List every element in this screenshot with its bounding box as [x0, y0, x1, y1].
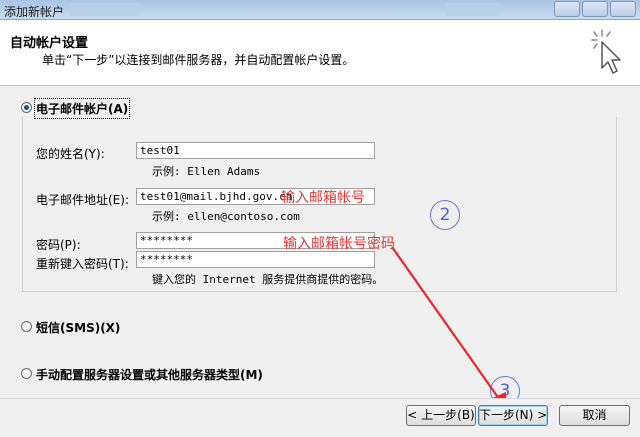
email-account-label[interactable]: 电子邮件帐户(A)	[33, 98, 131, 119]
email-label: 电子邮件地址(E):	[36, 193, 129, 207]
window-title: 添加新帐户	[4, 5, 65, 19]
password-label: 密码(P):	[36, 238, 81, 252]
minimize-button[interactable]	[554, 1, 580, 17]
manual-config-radio[interactable]	[21, 368, 32, 379]
wizard-cursor-icon	[591, 29, 621, 74]
sms-radio[interactable]	[21, 321, 32, 332]
close-button[interactable]	[610, 1, 636, 17]
password-annotation: 输入邮箱帐号密码	[283, 236, 395, 252]
name-label: 您的姓名(Y):	[36, 147, 105, 161]
page-subtitle: 单击“下一步”以连接到邮件服务器，并自动配置帐户设置。	[42, 53, 355, 67]
name-input[interactable]: test01	[136, 142, 375, 159]
back-button[interactable]: < 上一步(B)	[406, 405, 476, 426]
title-bar-background	[445, 3, 500, 16]
maximize-button[interactable]	[582, 1, 608, 17]
window-controls	[554, 1, 636, 17]
page-title: 自动帐户设置	[10, 36, 89, 51]
email-account-radio[interactable]	[21, 102, 32, 113]
password-hint: 键入您的 Internet 服务提供商提供的密码。	[152, 273, 384, 286]
cancel-button[interactable]: 取消	[559, 405, 630, 426]
step-2-marker: 2	[430, 200, 460, 230]
wizard-header: 自动帐户设置 单击“下一步”以连接到邮件服务器，并自动配置帐户设置。	[0, 20, 640, 86]
email-annotation: 输入邮箱帐号	[281, 190, 365, 206]
email-example: 示例: ellen@contoso.com	[152, 210, 300, 223]
next-button[interactable]: 下一步(N) >	[478, 405, 548, 426]
retype-password-input[interactable]: ********	[136, 251, 375, 268]
sms-label[interactable]: 短信(SMS)(X)	[36, 319, 120, 336]
manual-config-label[interactable]: 手动配置服务器设置或其他服务器类型(M)	[36, 366, 263, 383]
retype-password-label: 重新键入密码(T):	[36, 257, 129, 271]
title-bar: 添加新帐户	[0, 0, 640, 20]
name-example: 示例: Ellen Adams	[152, 165, 261, 178]
title-bar-background	[70, 3, 140, 16]
